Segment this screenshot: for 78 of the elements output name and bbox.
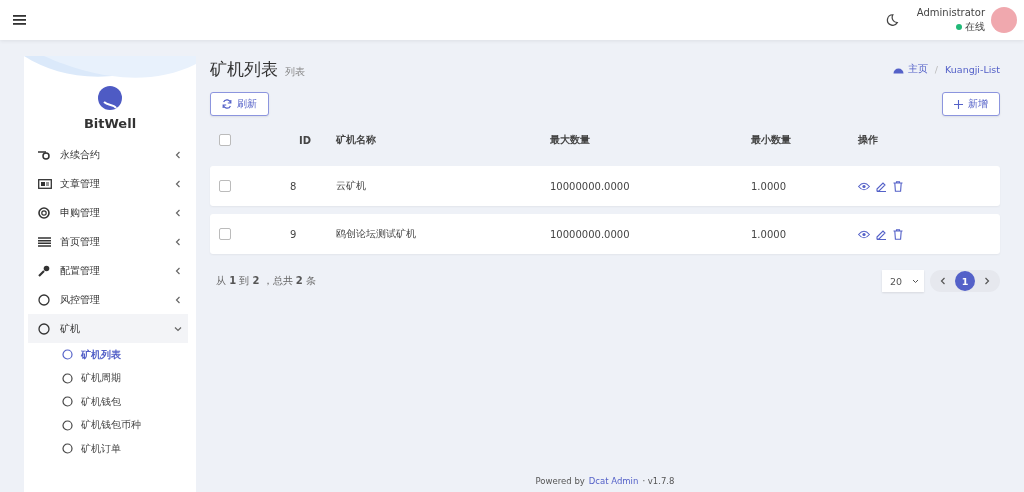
circle-icon (62, 396, 73, 408)
list-icon (38, 236, 51, 247)
page-size-select[interactable]: 20 (882, 270, 924, 292)
table-cell-text: 1.0000 (751, 180, 787, 192)
user-name: Administrator (916, 6, 985, 18)
submenu-item[interactable]: 矿机列表 (28, 343, 188, 367)
circle-icon (62, 443, 73, 455)
user-status: 在线 (965, 19, 985, 34)
logo-icon (98, 86, 122, 110)
menu-item[interactable]: 永续合约 (28, 140, 188, 169)
wrench-icon (38, 264, 50, 277)
column-header: 最小数量 (751, 133, 792, 147)
submenu-item[interactable]: 矿机周期 (28, 366, 188, 390)
refresh-button[interactable]: 刷新 (210, 92, 269, 116)
table-cell-text: 鸥创论坛测试矿机 (336, 227, 417, 241)
moon-icon[interactable] (884, 13, 899, 27)
column-header: 矿机名称 (336, 133, 377, 147)
chevron-left-icon (174, 150, 182, 159)
table-cell-text: 10000000.0000 (550, 180, 631, 192)
menu-item[interactable]: 风控管理 (28, 285, 188, 314)
table-cell-text: 云矿机 (336, 179, 367, 193)
previous-page-icon[interactable] (939, 277, 947, 285)
chevron-left-icon (174, 208, 182, 217)
next-page-icon[interactable] (983, 277, 991, 285)
column-header: ID (298, 134, 313, 146)
table-cell-text: 1.0000 (751, 228, 787, 240)
submenu-item[interactable]: 矿机钱包币种 (28, 413, 188, 437)
chevron-left-icon (174, 266, 182, 275)
circle-icon (62, 372, 73, 384)
trash-icon[interactable] (893, 180, 903, 192)
submenu-item[interactable]: 矿机订单 (28, 437, 188, 461)
eye-icon[interactable] (858, 181, 870, 191)
plus-icon (954, 99, 963, 109)
whistle-icon (38, 149, 50, 160)
breadcrumb-separator: / (934, 63, 939, 75)
circle-icon (38, 293, 50, 306)
menu-item[interactable]: 文章管理 (28, 169, 188, 198)
caret-icon (912, 278, 919, 284)
trash-icon[interactable] (893, 228, 903, 240)
pencil-icon[interactable] (876, 180, 887, 192)
row-checkbox[interactable] (219, 180, 231, 192)
chevron-down-icon (174, 324, 182, 333)
menu-icon[interactable] (13, 14, 27, 26)
lifebuoy-icon (38, 206, 50, 219)
pencil-icon[interactable] (876, 228, 887, 240)
footer-link[interactable]: Dcat Admin (588, 476, 639, 486)
page-button[interactable]: 1 (955, 271, 975, 291)
refresh-icon (222, 99, 232, 109)
chevron-left-icon (174, 179, 182, 188)
page-title: 矿机列表 (210, 57, 278, 81)
menu-item[interactable]: 申购管理 (28, 198, 188, 227)
menu-item[interactable]: 矿机 (28, 314, 188, 343)
create-button[interactable]: 新增 (942, 92, 1000, 116)
eye-icon[interactable] (858, 229, 870, 239)
pagination-summary: 从 1 到 2 ，总共 2 条 (216, 274, 316, 288)
table-cell-text: 8 (290, 180, 298, 192)
column-header: 操作 (858, 133, 879, 147)
breadcrumb-link[interactable]: 主页 (907, 62, 928, 76)
chevron-left-icon (174, 237, 182, 246)
brand-name: BitWell (83, 116, 137, 131)
breadcrumb-link[interactable]: Kuangji-List (945, 63, 1000, 75)
circle-icon (38, 322, 50, 335)
footer-text: Powered by (535, 476, 585, 486)
circle-icon (62, 349, 73, 361)
submenu-item[interactable]: 矿机钱包 (28, 390, 188, 414)
select-all-checkbox[interactable] (219, 134, 231, 146)
table-cell-text: 10000000.0000 (550, 228, 631, 240)
page-subtitle: 列表 (285, 64, 305, 79)
column-header: 最大数量 (550, 133, 591, 147)
chevron-left-icon (174, 295, 182, 304)
table-cell-text: 9 (290, 228, 298, 240)
menu-item[interactable]: 首页管理 (28, 227, 188, 256)
footer-version: · v1.7.8 (642, 476, 675, 486)
row-checkbox[interactable] (219, 228, 231, 240)
newspaper-icon (38, 178, 52, 189)
menu-item[interactable]: 配置管理 (28, 256, 188, 285)
circle-icon (62, 419, 73, 431)
status-dot-icon (956, 23, 962, 30)
